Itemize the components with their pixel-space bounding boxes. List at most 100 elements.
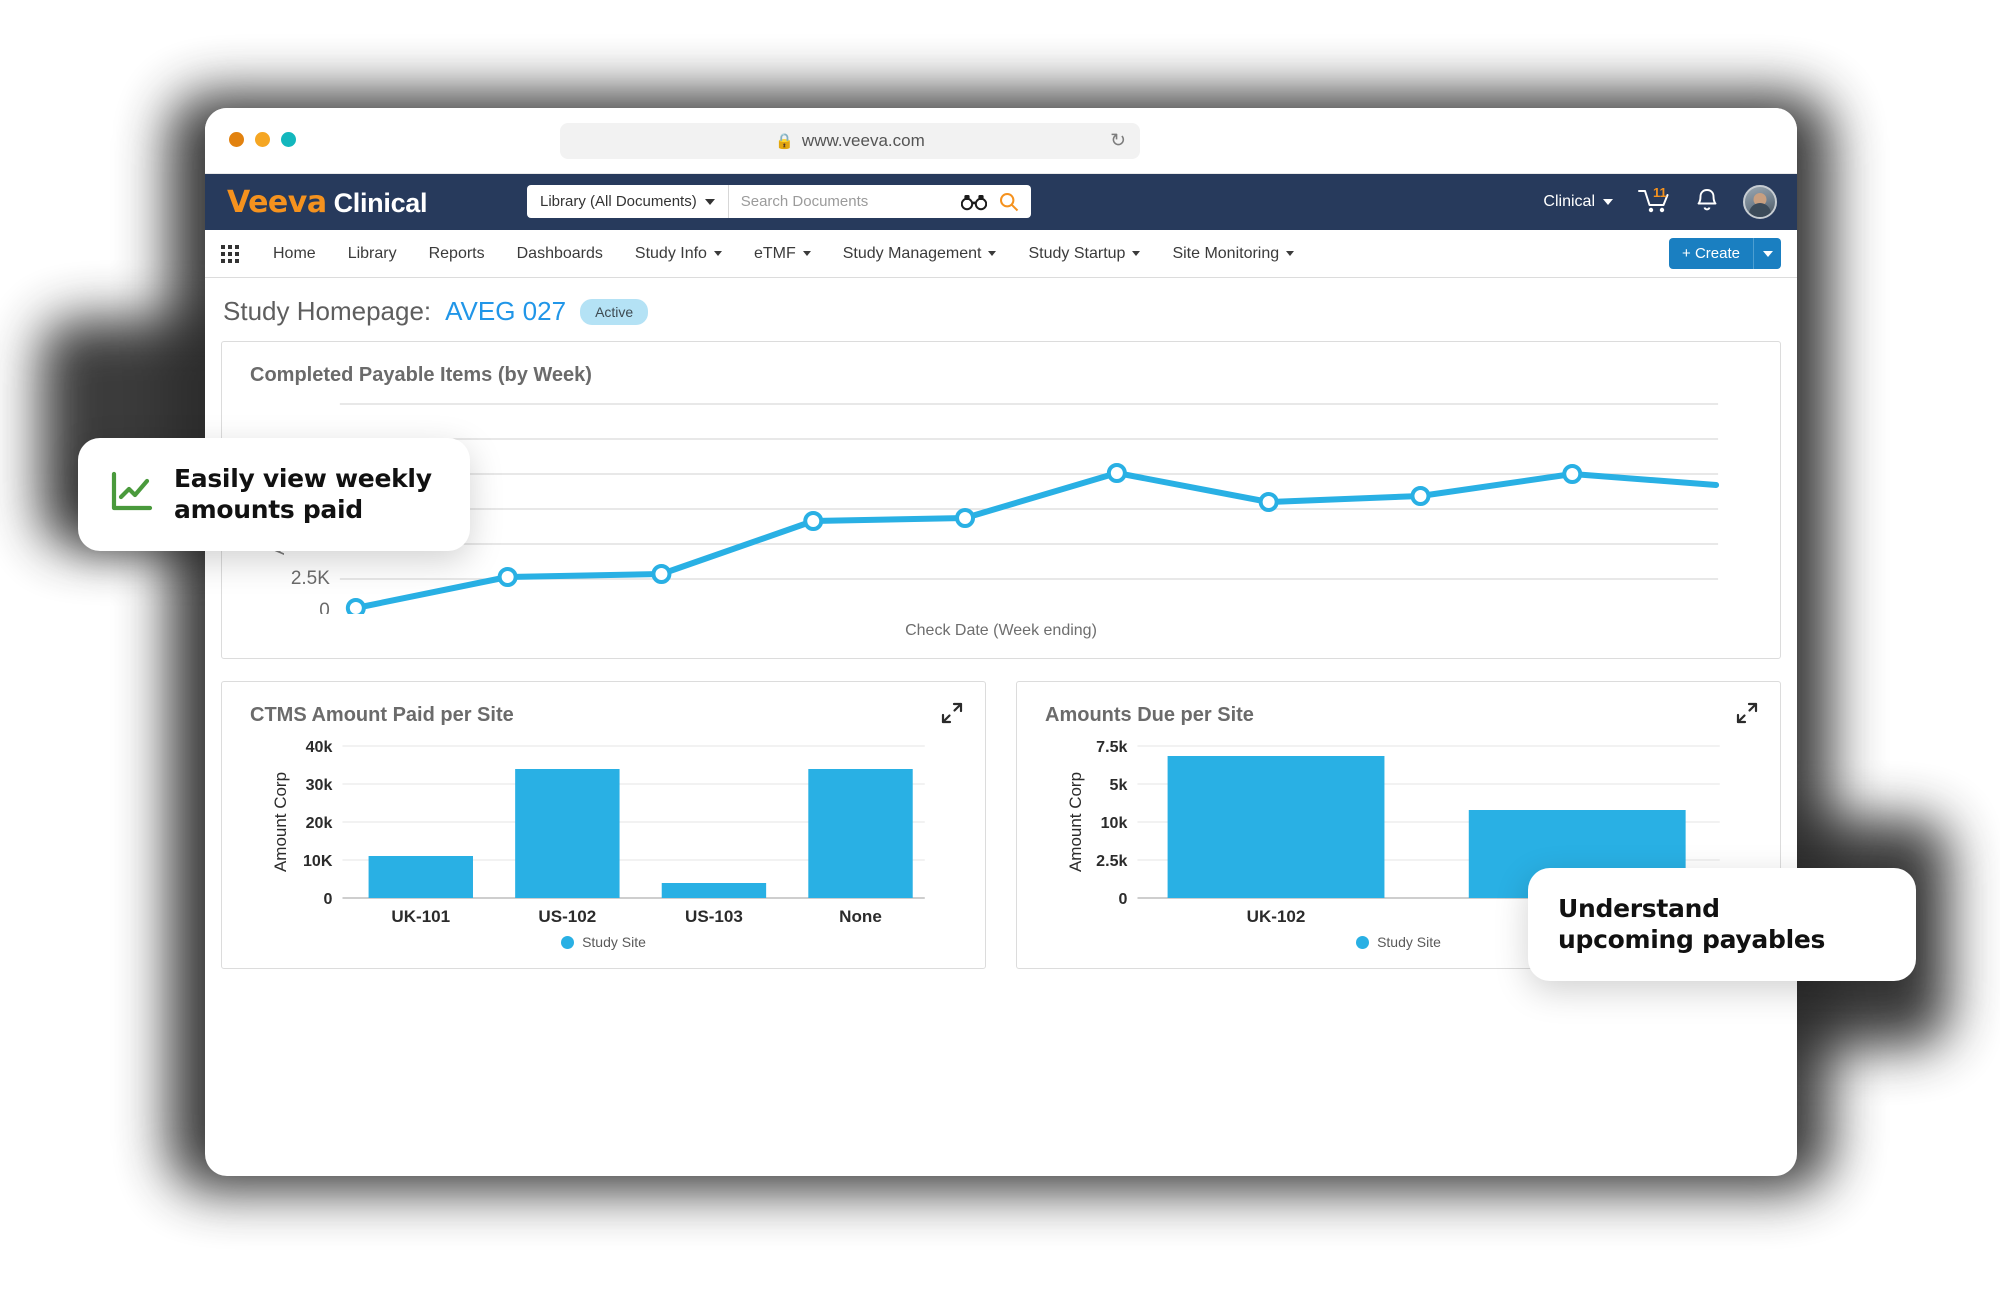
chevron-down-icon bbox=[1286, 251, 1295, 256]
svg-text:40k: 40k bbox=[306, 738, 333, 756]
app-grid-icon[interactable] bbox=[221, 244, 239, 263]
browser-window: 🔒 www.veeva.com ↻ Veeva Clinical Library… bbox=[205, 108, 1797, 1176]
bell-icon[interactable] bbox=[1695, 187, 1719, 218]
svg-text:UK-102: UK-102 bbox=[1247, 907, 1306, 926]
nav-item-reports[interactable]: Reports bbox=[413, 245, 501, 263]
svg-text:2.5K: 2.5K bbox=[291, 568, 330, 589]
maximize-window-button[interactable] bbox=[281, 132, 296, 147]
nav-label: Study Info bbox=[634, 244, 707, 262]
bar-chart-ctms-paid: 40k 30k 20k 10K 0 Amount Corp UK-101 US-… bbox=[271, 738, 925, 926]
card-title: Completed Payable Items (by Week) bbox=[250, 364, 592, 386]
page-title: Study Homepage: AVEG 027 Active bbox=[221, 278, 1781, 341]
page-root: 🔒 www.veeva.com ↻ Veeva Clinical Library… bbox=[0, 0, 2000, 1300]
global-search[interactable]: Library (All Documents) Search Documents bbox=[527, 185, 1031, 218]
svg-text:0: 0 bbox=[323, 890, 332, 908]
svg-text:0: 0 bbox=[319, 600, 330, 614]
page-content: Study Homepage: AVEG 027 Active Complete… bbox=[205, 278, 1797, 969]
svg-text:2.5k: 2.5k bbox=[1096, 852, 1127, 870]
avatar[interactable] bbox=[1743, 185, 1777, 219]
nav-label: Study Management bbox=[842, 244, 982, 262]
lock-icon: 🔒 bbox=[775, 132, 794, 150]
nav-item-dashboards[interactable]: Dashboards bbox=[501, 245, 619, 263]
chevron-down-icon bbox=[713, 251, 722, 256]
svg-text:30k: 30k bbox=[306, 776, 333, 794]
card-title: Amounts Due per Site bbox=[1045, 704, 1254, 726]
callout-text: Understand upcoming payables bbox=[1558, 894, 1826, 954]
browser-chrome: 🔒 www.veeva.com ↻ bbox=[205, 108, 1797, 174]
svg-text:Amount Corp: Amount Corp bbox=[1066, 772, 1085, 872]
binoculars-icon[interactable] bbox=[961, 193, 987, 211]
nav-label: eTMF bbox=[753, 244, 796, 262]
reload-icon[interactable]: ↻ bbox=[1110, 132, 1126, 151]
library-scope-select[interactable]: Library (All Documents) bbox=[527, 185, 729, 218]
svg-text:Amount Corp: Amount Corp bbox=[271, 772, 290, 872]
expand-icon[interactable] bbox=[1736, 702, 1758, 724]
svg-text:7.5k: 7.5k bbox=[1096, 738, 1127, 756]
svg-text:10k: 10k bbox=[1101, 814, 1128, 832]
svg-text:0: 0 bbox=[1118, 890, 1127, 908]
expand-icon[interactable] bbox=[941, 702, 963, 724]
nav-label: Home bbox=[273, 244, 316, 262]
svg-text:20k: 20k bbox=[306, 814, 333, 832]
create-dropdown-button[interactable] bbox=[1753, 238, 1781, 269]
callout-upcoming-payables: Understand upcoming payables bbox=[1528, 868, 1916, 981]
chart-legend: Study Site bbox=[222, 934, 985, 950]
svg-text:UK-101: UK-101 bbox=[391, 907, 450, 926]
address-bar[interactable]: 🔒 www.veeva.com ↻ bbox=[560, 123, 1140, 159]
legend-label: Study Site bbox=[1377, 934, 1441, 950]
cart-button[interactable]: 11 bbox=[1637, 185, 1671, 217]
svg-text:5k: 5k bbox=[1110, 776, 1128, 794]
svg-text:10K: 10K bbox=[303, 852, 333, 870]
svg-text:US-102: US-102 bbox=[538, 907, 596, 926]
legend-label: Study Site bbox=[582, 934, 646, 950]
svg-text:None: None bbox=[839, 907, 882, 926]
library-scope-label: Library (All Documents) bbox=[540, 193, 697, 210]
app-header-actions: Clinical 11 bbox=[1543, 174, 1777, 230]
page-title-text: Study Homepage: bbox=[223, 296, 432, 326]
nav-item-home[interactable]: Home bbox=[257, 245, 332, 263]
cart-badge-count: 11 bbox=[1653, 185, 1667, 200]
chevron-down-icon bbox=[1132, 251, 1141, 256]
nav-label: Library bbox=[347, 244, 397, 262]
chevron-down-icon bbox=[1762, 250, 1773, 257]
nav-item-site-monitoring[interactable]: Site Monitoring bbox=[1156, 245, 1310, 263]
veeva-logo: Veeva Clinical bbox=[227, 184, 428, 220]
status-badge: Active bbox=[580, 298, 649, 325]
create-button-group: + Create bbox=[1669, 238, 1781, 269]
chevron-down-icon bbox=[802, 251, 811, 256]
ctms-amount-paid-per-site-card: CTMS Amount Paid per Site 40k 30k 20k 10… bbox=[221, 681, 986, 969]
nav-label: Dashboards bbox=[516, 244, 603, 262]
callout-text: Easily view weekly amounts paid bbox=[174, 464, 432, 524]
study-code-link[interactable]: AVEG 027 bbox=[445, 296, 566, 327]
main-navigation: Home Library Reports Dashboards Study In… bbox=[205, 230, 1797, 278]
minimize-window-button[interactable] bbox=[255, 132, 270, 147]
window-traffic-lights bbox=[229, 132, 296, 147]
nav-item-study-info[interactable]: Study Info bbox=[619, 245, 738, 263]
app-header: Veeva Clinical Library (All Documents) S… bbox=[205, 174, 1797, 230]
search-input[interactable]: Search Documents bbox=[729, 193, 961, 210]
svg-text:US-103: US-103 bbox=[685, 907, 743, 926]
nav-item-study-startup[interactable]: Study Startup bbox=[1012, 245, 1156, 263]
nav-label: Site Monitoring bbox=[1172, 244, 1280, 262]
line-chart-x-axis-label: Check Date (Week ending) bbox=[905, 622, 1097, 639]
legend-color-swatch bbox=[561, 935, 575, 949]
close-window-button[interactable] bbox=[229, 132, 244, 147]
nav-label: Reports bbox=[428, 244, 485, 262]
url-text: www.veeva.com bbox=[801, 131, 925, 150]
legend-color-swatch bbox=[1356, 935, 1370, 949]
chevron-down-icon bbox=[988, 251, 997, 256]
nav-item-etmf[interactable]: eTMF bbox=[738, 245, 827, 263]
logo-primary-text: Veeva bbox=[227, 184, 327, 220]
line-chart-icon bbox=[108, 469, 154, 520]
nav-item-study-management[interactable]: Study Management bbox=[827, 245, 1013, 263]
clinical-menu-label: Clinical bbox=[1543, 193, 1595, 210]
chevron-down-icon bbox=[1603, 199, 1613, 205]
chevron-down-icon bbox=[704, 198, 715, 205]
clinical-app-menu[interactable]: Clinical bbox=[1543, 193, 1613, 211]
search-icon[interactable] bbox=[999, 192, 1019, 212]
card-title: CTMS Amount Paid per Site bbox=[250, 704, 514, 726]
nav-item-library[interactable]: Library bbox=[332, 245, 413, 263]
nav-label: Study Startup bbox=[1028, 244, 1126, 262]
create-button[interactable]: + Create bbox=[1669, 238, 1753, 269]
callout-weekly-amounts: Easily view weekly amounts paid bbox=[78, 438, 470, 551]
